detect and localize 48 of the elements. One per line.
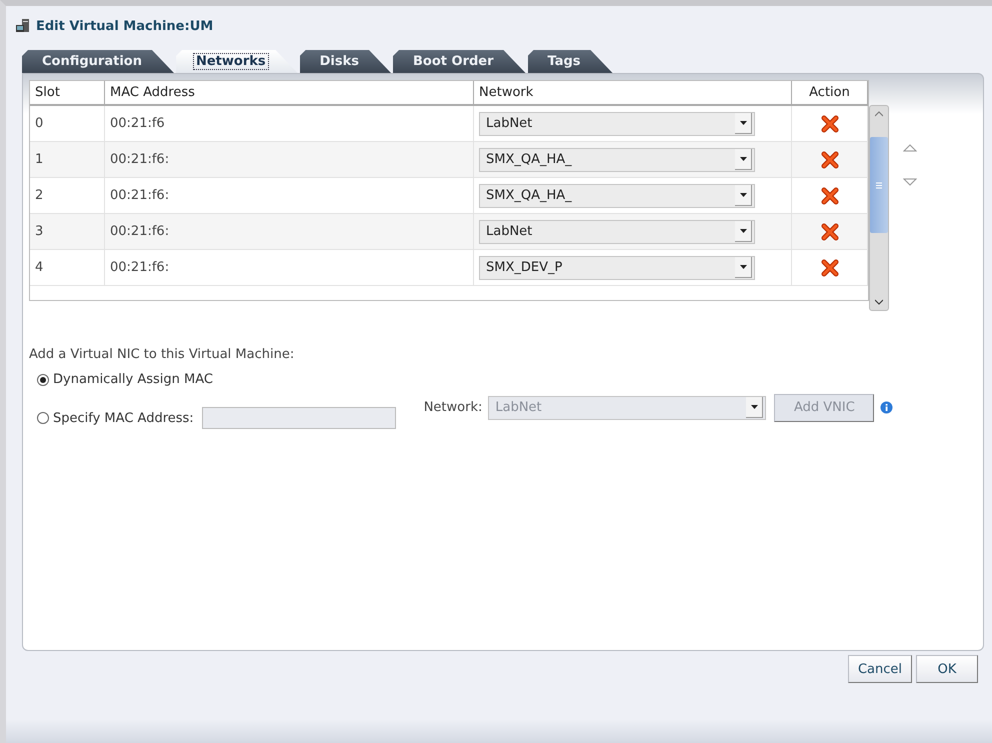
dialog-button[interactable]: Cancel [848,655,912,683]
column-header: Network [474,81,792,106]
move-up-icon[interactable] [903,144,917,152]
table-cell: 0 [30,106,105,142]
table-cell: 1 [30,142,105,178]
network-label: Network: [424,400,482,415]
table-cell: 00:21:f6: [105,214,474,250]
info-icon[interactable] [880,401,894,414]
tab[interactable]: Disks [300,50,391,73]
table-cell: 00:21:f6: [105,142,474,178]
column-header: MAC Address [105,81,474,106]
scroll-down-icon[interactable] [875,299,883,305]
tab[interactable]: Configuration [22,50,174,73]
dropdown-caret-icon [740,265,746,269]
table-cell: 3 [30,214,105,250]
section-heading: Add a Virtual NIC to this Virtual Machine: [29,347,296,362]
delete-icon[interactable] [820,114,838,132]
delete-icon[interactable] [820,186,838,204]
delete-icon[interactable] [820,150,838,168]
network-dropdown[interactable]: SMX_QA_HA_ [479,184,755,208]
column-header: Slot [30,81,105,106]
network-dropdown[interactable]: SMX_DEV_P [479,256,755,280]
network-dropdown[interactable]: LabNet [479,220,755,244]
tab[interactable]: Tags [528,50,613,73]
dropdown-caret-icon [740,193,746,197]
grip-icon [876,182,882,188]
column-header: Action [792,81,868,106]
table-cell: 00:21:f6: [105,178,474,214]
table-cell: 00:21:f6: [105,250,474,286]
table-cell: 2 [30,178,105,214]
table-cell: 4 [30,250,105,286]
table-cell: 00:21:f6 [105,106,474,142]
scroll-up-icon[interactable] [875,111,883,117]
move-down-icon[interactable] [903,178,917,186]
dropdown-caret-icon [740,121,746,125]
server-icon [16,19,30,33]
window-title: Edit Virtual Machine:UM [36,18,214,34]
dropdown-caret-icon [740,157,746,161]
network-dropdown[interactable]: LabNet [479,112,755,136]
delete-icon[interactable] [820,222,838,240]
tab[interactable]: Networks [176,50,298,73]
delete-icon[interactable] [820,258,838,276]
tab[interactable]: Boot Order [393,50,526,73]
dialog-button[interactable]: OK [916,655,978,683]
network-dropdown[interactable]: SMX_QA_HA_ [479,148,755,172]
dropdown-caret-icon [750,405,758,409]
dropdown-caret-icon [740,229,746,233]
scrollbar[interactable] [869,105,889,311]
